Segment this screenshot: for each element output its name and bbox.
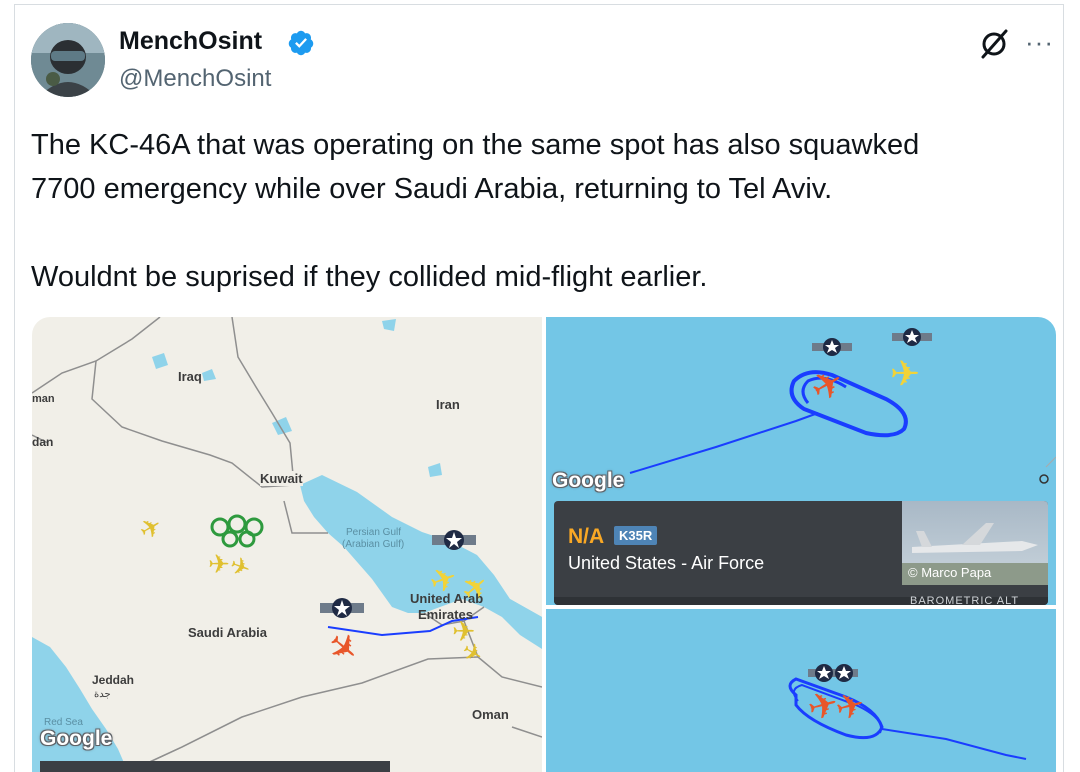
map-bottom-panel <box>40 761 390 772</box>
map-label-uae: United Arab <box>410 591 484 606</box>
more-options-icon[interactable]: ··· <box>1025 27 1054 58</box>
flight-operator: United States - Air Force <box>568 553 765 573</box>
tweet-text-line: The KC-46A that was operating on the sam… <box>31 129 920 161</box>
map-label-arabian-gulf: (Arabian Gulf) <box>342 539 405 550</box>
map-label-kuwait: Kuwait <box>260 471 303 486</box>
grok-icon[interactable] <box>977 27 1011 61</box>
tweet-card: MenchOsint @MenchOsint ··· The KC-46A th… <box>14 4 1064 772</box>
map-label-oman-cut: man <box>32 393 55 405</box>
map-label-dan-cut: dan <box>32 435 54 449</box>
flight-info-panel[interactable]: N/A K35R United States - Air Force © Mar… <box>554 501 1048 605</box>
tweet-text-line: 7700 emergency while over Saudi Arabia, … <box>31 173 833 205</box>
tweet-media-grid[interactable]: ✈ ✈ ✈ ✈ ✈ ✈ ✈ ✈ Iraq Iran man dan Kuwait… <box>32 317 1056 772</box>
aircraft-type-badge: K35R <box>614 526 658 545</box>
barometric-alt-label: BAROMETRIC ALT <box>910 595 1020 605</box>
google-logo: Google <box>40 727 113 750</box>
map-label-jeddah: Jeddah <box>92 673 135 687</box>
map-label-uae: Emirates <box>418 607 473 622</box>
map-label-iran: Iran <box>436 397 460 412</box>
google-logo: Google <box>552 469 625 492</box>
map-image-right-top[interactable]: ✈ ✈ Google N/A K35R United States - Air … <box>546 317 1056 605</box>
map-label-iraq: Iraq <box>178 369 202 384</box>
author-name[interactable]: MenchOsint <box>119 27 262 56</box>
map-label-oman: Oman <box>472 707 509 722</box>
verified-badge-icon <box>288 30 314 56</box>
tweet-text: The KC-46A that was operating on the sam… <box>31 123 1041 299</box>
photo-credit: © Marco Papa <box>908 565 992 580</box>
flight-callsign: N/A <box>568 525 605 548</box>
map-image-left[interactable]: ✈ ✈ ✈ ✈ ✈ ✈ ✈ ✈ Iraq Iran man dan Kuwait… <box>32 317 542 772</box>
map-label-persian-gulf: Persian Gulf <box>346 527 402 538</box>
map-image-right-bottom[interactable]: ✈ ✈ <box>546 609 1056 772</box>
tweet-text-line: Wouldnt be suprised if they collided mid… <box>31 261 708 293</box>
author-handle[interactable]: @MenchOsint <box>119 65 271 93</box>
aircraft-yellow-icon[interactable]: ✈ <box>890 353 920 395</box>
avatar[interactable] <box>31 23 105 97</box>
map-label-saudi-arabia: Saudi Arabia <box>188 625 267 640</box>
map-label-jeddah-arabic: جدة <box>94 689 111 700</box>
